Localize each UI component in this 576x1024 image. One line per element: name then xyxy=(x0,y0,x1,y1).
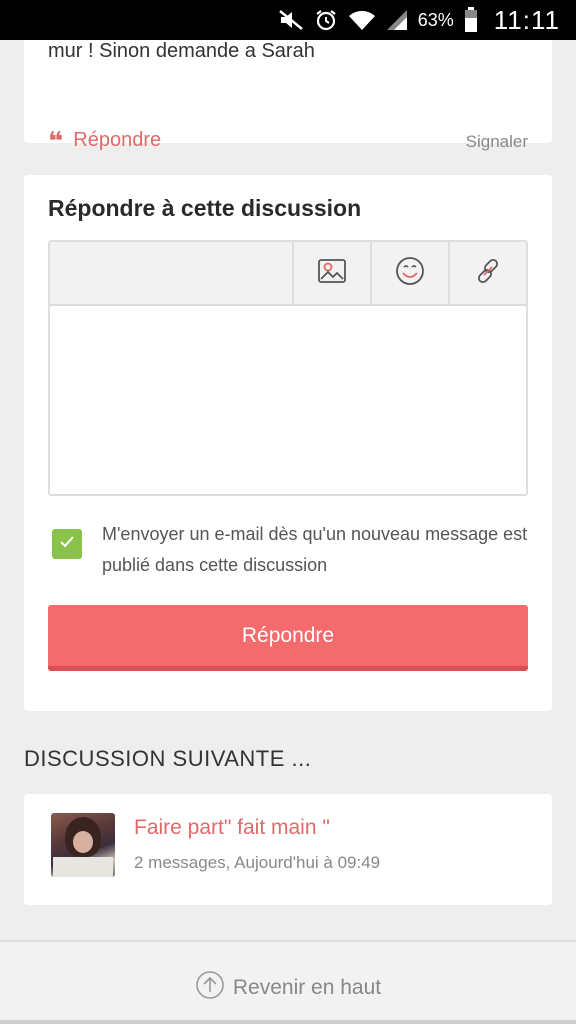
checkmark-icon xyxy=(59,535,75,554)
alarm-icon xyxy=(314,8,338,32)
next-discussion-heading: DISCUSSION SUIVANTE ... xyxy=(24,746,312,771)
message-editor xyxy=(48,240,528,496)
reply-link[interactable]: ❝ Répondre xyxy=(48,125,162,156)
next-discussion-meta: 2 messages, Aujourd'hui à 09:49 xyxy=(134,853,381,872)
back-to-top-label: Revenir en haut xyxy=(232,976,382,999)
previous-message-card: mur ! Sinon demande a Sarah ❝ Répondre S… xyxy=(24,40,552,154)
mute-icon xyxy=(278,9,304,31)
editor-toolbar xyxy=(50,242,526,306)
status-icons: 63% 11:11 xyxy=(278,0,560,40)
notify-label: M'envoyer un e-mail dès qu'un nouveau me… xyxy=(102,524,528,575)
image-icon xyxy=(317,257,347,290)
wifi-icon xyxy=(348,8,376,32)
reply-form-card: Répondre à cette discussion M'envoyer un… xyxy=(24,175,552,711)
back-to-top-link[interactable]: Revenir en haut xyxy=(0,970,576,1006)
avatar xyxy=(51,813,115,877)
footer: Revenir en haut xyxy=(0,940,576,1024)
notify-checkbox[interactable] xyxy=(52,529,82,559)
signal-icon xyxy=(386,9,408,31)
submit-reply-button[interactable]: Répondre xyxy=(48,605,528,671)
message-text: mur ! Sinon demande a Sarah xyxy=(48,40,315,62)
arrow-up-circle-icon xyxy=(195,970,225,1006)
reply-link-label: Répondre xyxy=(73,129,162,151)
insert-image-button[interactable] xyxy=(292,242,370,304)
insert-emoji-button[interactable] xyxy=(370,242,448,304)
form-title: Répondre à cette discussion xyxy=(48,195,362,221)
quote-icon: ❝ xyxy=(48,125,64,156)
link-icon xyxy=(472,255,504,292)
clock: 11:11 xyxy=(493,4,560,35)
battery-percent: 63% xyxy=(417,9,454,30)
message-textarea[interactable] xyxy=(50,306,526,494)
report-link[interactable]: Signaler xyxy=(466,132,528,152)
insert-link-button[interactable] xyxy=(448,242,526,304)
next-discussion-title[interactable]: Faire part" fait main " xyxy=(134,816,330,840)
battery-icon xyxy=(464,7,478,33)
status-bar: 63% 11:11 xyxy=(0,0,576,40)
footer-bar xyxy=(0,1020,576,1024)
next-discussion-card[interactable]: Faire part" fait main " 2 messages, Aujo… xyxy=(24,794,552,905)
smiley-icon xyxy=(394,255,426,292)
